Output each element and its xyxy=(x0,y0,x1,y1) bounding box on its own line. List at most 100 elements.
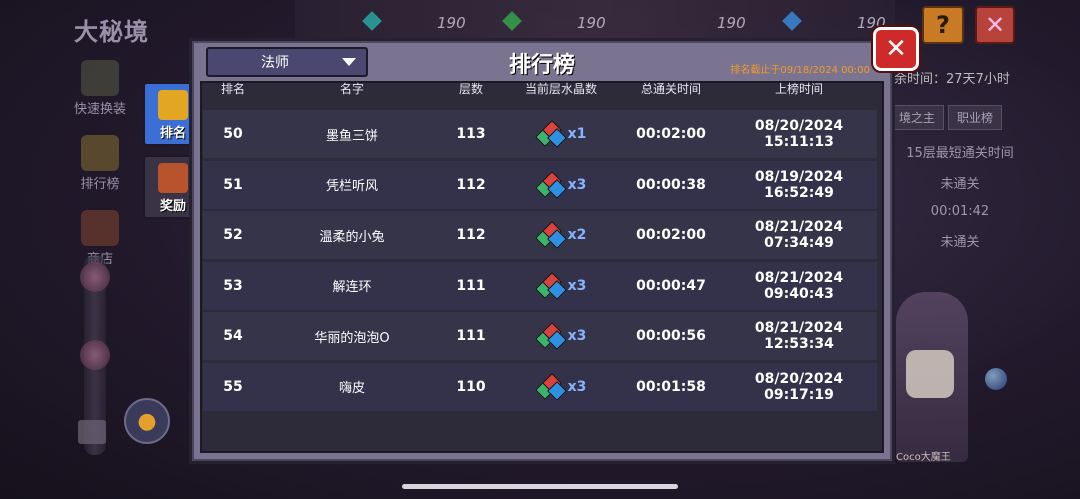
crystal-count: x3 xyxy=(567,378,587,395)
column-header-rank: 排名 xyxy=(220,81,245,96)
crystal-count: x3 xyxy=(567,176,587,193)
total-time-cell: 00:00:38 xyxy=(636,176,706,193)
player-name-cell: 解连环 xyxy=(332,280,372,295)
floor-cell: 111 xyxy=(456,277,486,294)
rank-cell: 52 xyxy=(223,227,243,243)
gem-icon xyxy=(502,11,522,31)
water-crystal-icon xyxy=(534,221,567,249)
right-panel-value: 00:01:42 xyxy=(930,204,990,219)
dungeon-title: 大秘境 xyxy=(74,18,149,46)
side-nav-quick-swap[interactable]: 快速换装 xyxy=(68,60,132,117)
column-header-floor: 层数 xyxy=(458,81,483,96)
floor-cell: 110 xyxy=(456,378,486,395)
side-nav-leaderboard[interactable]: 排行榜 xyxy=(68,135,132,192)
lock-icon xyxy=(78,420,106,444)
floor-orb xyxy=(80,340,110,370)
right-panel-value: 未通关 xyxy=(940,235,980,250)
column-header-listed-time: 上榜时间 xyxy=(774,81,823,96)
rank-cell: 51 xyxy=(223,176,243,193)
tab-label: 排名 xyxy=(159,126,186,141)
shop-icon xyxy=(81,210,119,246)
right-info-panel: 余时间：27天7小时 境之主 职业榜 15层最短通关时间 未通关 00:01:4… xyxy=(880,40,1020,250)
player-name-cell: 凭栏听风 xyxy=(325,179,378,194)
player-name-cell: 嗨皮 xyxy=(338,381,365,396)
help-button[interactable]: ? xyxy=(922,6,964,44)
rank-cell: 55 xyxy=(223,378,243,395)
crystal-cell: x2 xyxy=(501,221,621,249)
crystal-cell: x3 xyxy=(501,170,621,199)
strip-number: 190 xyxy=(437,14,466,32)
tab-class-board[interactable]: 职业榜 xyxy=(948,105,1003,130)
rank-cell: 53 xyxy=(223,277,243,294)
crystal-count: x1 xyxy=(567,126,587,142)
column-header-name: 名字 xyxy=(339,81,364,96)
crystal-cell: x3 xyxy=(501,322,621,350)
floor-orb xyxy=(80,262,110,292)
crystal-cell: x3 xyxy=(501,271,621,300)
leaderboard-table: 50 墨鱼三饼 113 x1 00:02:00 08/20/2024 15:11… xyxy=(203,110,877,413)
home-indicator[interactable] xyxy=(402,484,678,489)
tab-label: 奖励 xyxy=(159,199,186,214)
bubble-icon xyxy=(985,368,1007,390)
total-time-cell: 00:00:56 xyxy=(636,328,706,344)
floor-cell: 112 xyxy=(456,227,486,243)
background-close-button[interactable]: ✕ xyxy=(975,6,1015,44)
close-button[interactable]: ✕ xyxy=(873,27,919,71)
crystal-cell: x1 xyxy=(501,120,621,148)
crystal-cell: x3 xyxy=(501,372,621,401)
trophy-icon xyxy=(81,135,119,171)
treasure-chest-icon xyxy=(158,163,188,193)
column-header-total-time: 总通关时间 xyxy=(640,81,701,96)
listed-time-cell: 08/19/2024 16:52:49 xyxy=(754,168,844,201)
side-nav: 快速换装 排行榜 商店 xyxy=(68,60,132,285)
total-time-cell: 00:02:00 xyxy=(636,126,706,142)
listed-time-cell: 08/20/2024 15:11:13 xyxy=(754,118,844,150)
table-row[interactable]: 51 凭栏听风 112 x3 00:00:38 08/19/2024 16:52… xyxy=(203,160,877,209)
player-name-cell: 温柔的小兔 xyxy=(319,229,385,245)
water-crystal-icon xyxy=(534,170,567,199)
boss-label: Coco大魔王 xyxy=(896,452,951,463)
boss-face xyxy=(906,350,954,398)
water-crystal-icon xyxy=(534,372,567,401)
armor-icon xyxy=(81,60,119,96)
strip-number: 190 xyxy=(577,14,606,32)
water-crystal-icon xyxy=(534,271,567,300)
crystal-count: x3 xyxy=(567,328,587,344)
water-crystal-icon xyxy=(534,120,567,148)
rank-cell: 50 xyxy=(223,126,243,142)
tab-realm-master[interactable]: 境之主 xyxy=(890,105,945,130)
floor-cell: 113 xyxy=(456,126,486,142)
listed-time-cell: 08/21/2024 12:53:34 xyxy=(754,320,844,352)
side-nav-label: 排行榜 xyxy=(80,177,120,192)
listed-time-cell: 08/21/2024 09:40:43 xyxy=(754,269,844,302)
side-nav-label: 快速换装 xyxy=(73,102,126,117)
table-row[interactable]: 53 解连环 111 x3 00:00:47 08/21/2024 09:40:… xyxy=(203,261,877,310)
total-time-cell: 00:01:58 xyxy=(636,378,706,395)
ranking-deadline: 排名截止于09/18/2024 00:00 xyxy=(730,65,870,76)
right-panel-value: 未通关 xyxy=(940,177,980,192)
listed-time-cell: 08/21/2024 07:34:49 xyxy=(754,219,844,251)
crystal-count: x2 xyxy=(567,227,587,243)
table-header: 排名 名字 层数 当前层水晶数 总通关时间 上榜时间 xyxy=(203,76,877,100)
gem-icon xyxy=(782,11,802,31)
table-row[interactable]: 55 嗨皮 110 x3 00:01:58 08/20/2024 09:17:1… xyxy=(203,362,877,411)
rank-cell: 54 xyxy=(223,328,243,344)
total-time-cell: 00:02:00 xyxy=(636,227,706,243)
table-row[interactable]: 54 华丽的泡泡O 111 x3 00:00:56 08/21/2024 12:… xyxy=(203,312,877,360)
player-name-cell: 华丽的泡泡O xyxy=(314,330,390,346)
floor-cell: 111 xyxy=(456,328,486,344)
trophy-icon xyxy=(158,90,188,120)
map-pin-icon[interactable]: ● xyxy=(124,398,170,444)
total-time-cell: 00:00:47 xyxy=(636,277,706,294)
table-row[interactable]: 50 墨鱼三饼 113 x1 00:02:00 08/20/2024 15:11… xyxy=(203,110,877,158)
table-row[interactable]: 52 温柔的小兔 112 x2 00:02:00 08/21/2024 07:3… xyxy=(203,211,877,259)
crystal-count: x3 xyxy=(567,277,587,294)
water-crystal-icon xyxy=(534,322,567,350)
player-name-cell: 墨鱼三饼 xyxy=(325,128,378,144)
gem-icon xyxy=(362,11,382,31)
shortest-time-header: 15层最短通关时间 xyxy=(906,146,1014,161)
floor-strip: 190 190 190 190 xyxy=(295,0,895,40)
column-header-crystals: 当前层水晶数 xyxy=(524,81,597,96)
strip-number: 190 xyxy=(717,14,746,32)
floor-cell: 112 xyxy=(456,176,486,193)
